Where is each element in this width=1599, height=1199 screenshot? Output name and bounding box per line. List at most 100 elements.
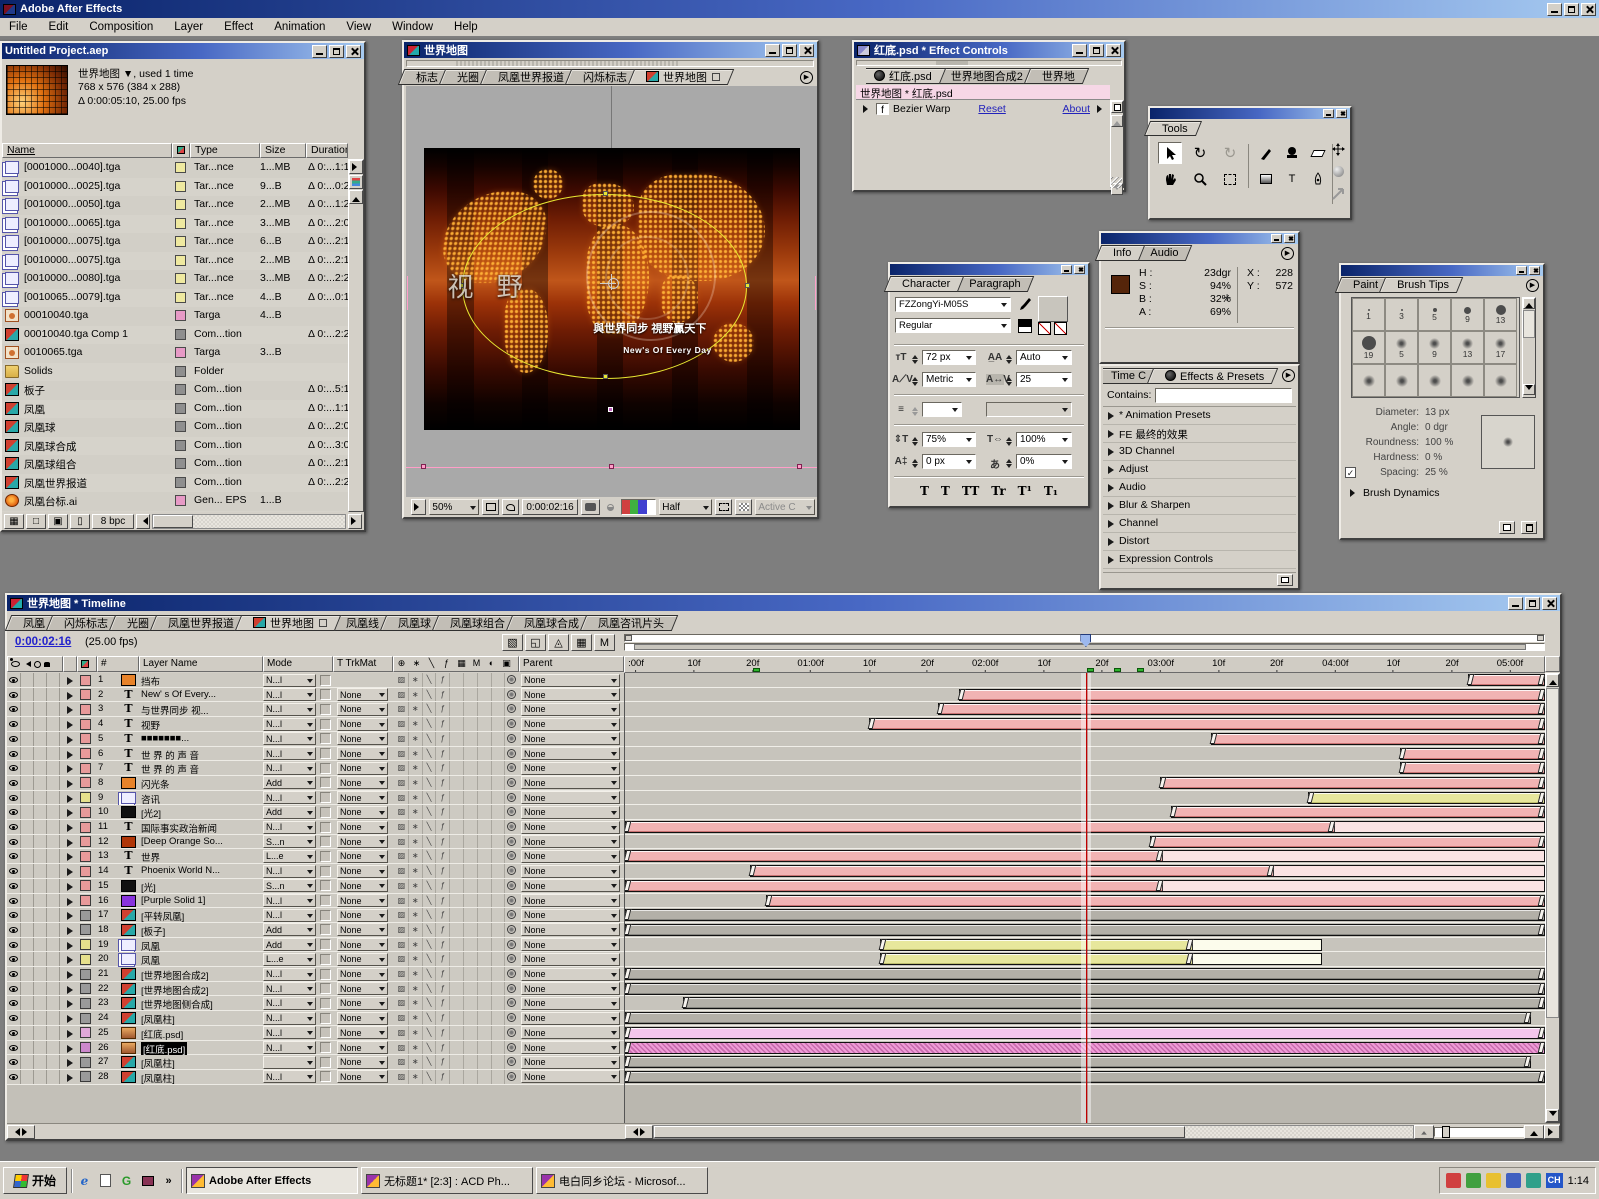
close-button[interactable]	[1074, 265, 1085, 274]
scroll-up-icon[interactable]	[1523, 298, 1535, 309]
switch-cell[interactable]	[492, 982, 506, 996]
label-swatch[interactable]	[80, 1013, 91, 1024]
switch-cell[interactable]	[492, 1026, 506, 1040]
label-swatch[interactable]	[175, 384, 186, 395]
layer-row[interactable]: 27[凤凰柱]None▨∗╲ƒNone	[7, 1055, 624, 1070]
audio-toggle[interactable]	[21, 1011, 34, 1025]
tracking-spinner[interactable]	[1006, 374, 1012, 389]
brush-dynamics-row[interactable]: Brush Dynamics	[1347, 487, 1439, 499]
switch-cell[interactable]: ∗	[409, 1070, 423, 1084]
switch-cell[interactable]: ╲	[423, 702, 437, 716]
pickwhip-icon[interactable]	[507, 940, 516, 949]
timeline-vscrollbar[interactable]	[1545, 673, 1560, 1123]
current-time-display[interactable]: 0:00:02:16	[15, 636, 71, 648]
switch-cell[interactable]	[492, 702, 506, 716]
layer-row[interactable]: 1挡布N...l▨∗╲ƒNone	[7, 673, 624, 688]
nav-start-handle[interactable]	[625, 635, 632, 641]
close-button[interactable]	[1106, 44, 1121, 57]
label-swatch[interactable]	[80, 954, 91, 965]
solo-toggle[interactable]	[34, 1011, 47, 1025]
blue-channel-icon[interactable]	[638, 500, 646, 514]
switch-cell[interactable]	[450, 776, 464, 790]
number-column[interactable]: #	[97, 656, 139, 672]
layer-name[interactable]: [红底.psd]	[141, 1042, 187, 1056]
twirl-icon[interactable]	[67, 706, 77, 714]
switch-cell[interactable]: ╲	[423, 967, 437, 981]
minimize-button[interactable]	[1323, 109, 1334, 118]
switch-cell[interactable]: ╲	[423, 879, 437, 893]
switch-cell[interactable]: ╲	[423, 1011, 437, 1025]
preserve-transparency-toggle[interactable]	[320, 733, 331, 744]
visibility-toggle[interactable]	[7, 879, 21, 893]
view-option-icon[interactable]: M	[594, 634, 615, 651]
switch-cell[interactable]	[464, 894, 478, 908]
mask-handle-right[interactable]	[745, 283, 750, 288]
layer-name[interactable]: 与世界同步 视...	[141, 703, 259, 717]
pickwhip-icon[interactable]	[507, 866, 516, 875]
switch-cell[interactable]: ▨	[395, 967, 409, 981]
label-swatch[interactable]	[175, 329, 186, 340]
brush-preset[interactable]	[1484, 364, 1517, 397]
preserve-transparency-toggle[interactable]	[320, 998, 331, 1009]
label-swatch[interactable]	[80, 895, 91, 906]
blank-field[interactable]	[922, 402, 962, 417]
effect-category[interactable]: Channel	[1103, 515, 1296, 533]
current-time-indicator[interactable]	[1086, 673, 1087, 1123]
parent-select[interactable]: None	[521, 791, 620, 804]
switch-cell[interactable]	[450, 864, 464, 878]
visibility-toggle[interactable]	[7, 688, 21, 702]
pickwhip-icon[interactable]	[507, 690, 516, 699]
parent-select[interactable]: None	[521, 718, 620, 731]
label-swatch[interactable]	[80, 807, 91, 818]
task-button[interactable]: 无标题1* [2:3] : ACD Ph...	[361, 1167, 533, 1194]
lock-toggle[interactable]	[47, 1011, 60, 1025]
layer-row[interactable]: 12[Deep Orange So...S...nNone▨∗╲ƒNone	[7, 835, 624, 850]
switch-cell[interactable]: ƒ	[436, 894, 450, 908]
switch-cell[interactable]	[492, 805, 506, 819]
close-button[interactable]	[1284, 234, 1295, 243]
switch-cell[interactable]: ∗	[409, 938, 423, 952]
lock-toggle[interactable]	[47, 673, 60, 687]
nav-end-handle[interactable]	[1537, 635, 1544, 641]
switch-cell[interactable]	[492, 849, 506, 863]
brush-flyout-icon[interactable]: ▶	[1526, 279, 1539, 292]
switch-cell[interactable]	[492, 996, 506, 1010]
mode-select[interactable]: N...l	[263, 968, 316, 981]
switch-cell[interactable]: ∗	[409, 1041, 423, 1055]
label-swatch[interactable]	[80, 763, 91, 774]
layer-row[interactable]: 8闪光条AddNone▨∗╲ƒNone	[7, 776, 624, 791]
brush-preset[interactable]: 13	[1484, 298, 1517, 331]
menu-item[interactable]: Composition	[89, 21, 153, 33]
switch-cell[interactable]	[478, 1011, 492, 1025]
ec-tab[interactable]: 世界地	[1027, 68, 1086, 84]
visibility-toggle[interactable]	[7, 952, 21, 966]
switch-cell[interactable]: ƒ	[436, 805, 450, 819]
selection-tool[interactable]	[1158, 142, 1182, 164]
mode-select[interactable]: L...e	[263, 953, 316, 966]
switch-cell[interactable]	[492, 923, 506, 937]
label-swatch[interactable]	[80, 1057, 91, 1068]
parent-select[interactable]: None	[521, 1041, 620, 1054]
solo-toggle[interactable]	[34, 894, 47, 908]
white-chip-icon[interactable]	[1018, 326, 1032, 333]
preserve-transparency-toggle[interactable]	[320, 763, 331, 774]
layer-row[interactable]: 11T国际事实政治新闻N...lNone▨∗╲ƒNone	[7, 820, 624, 835]
switch-cell[interactable]: ╲	[423, 791, 437, 805]
label-swatch[interactable]	[80, 851, 91, 862]
alpha-channel-icon[interactable]	[647, 500, 655, 514]
twirl-icon[interactable]	[67, 765, 77, 773]
pickwhip-icon[interactable]	[507, 998, 516, 1007]
switch-cell[interactable]: ▨	[395, 908, 409, 922]
parent-select[interactable]: None	[521, 865, 620, 878]
switch-cell[interactable]: ╲	[423, 747, 437, 761]
visibility-toggle[interactable]	[7, 702, 21, 716]
parent-select[interactable]: None	[521, 1056, 620, 1069]
twirl-icon[interactable]	[67, 736, 77, 744]
twirl-icon[interactable]	[67, 809, 77, 817]
preserve-transparency-toggle[interactable]	[320, 851, 331, 862]
label-swatch[interactable]	[80, 719, 91, 730]
switch-cell[interactable]: ╲	[423, 805, 437, 819]
switch-cell[interactable]	[450, 1070, 464, 1084]
visibility-toggle[interactable]	[7, 747, 21, 761]
kerning-spinner[interactable]	[912, 374, 918, 389]
